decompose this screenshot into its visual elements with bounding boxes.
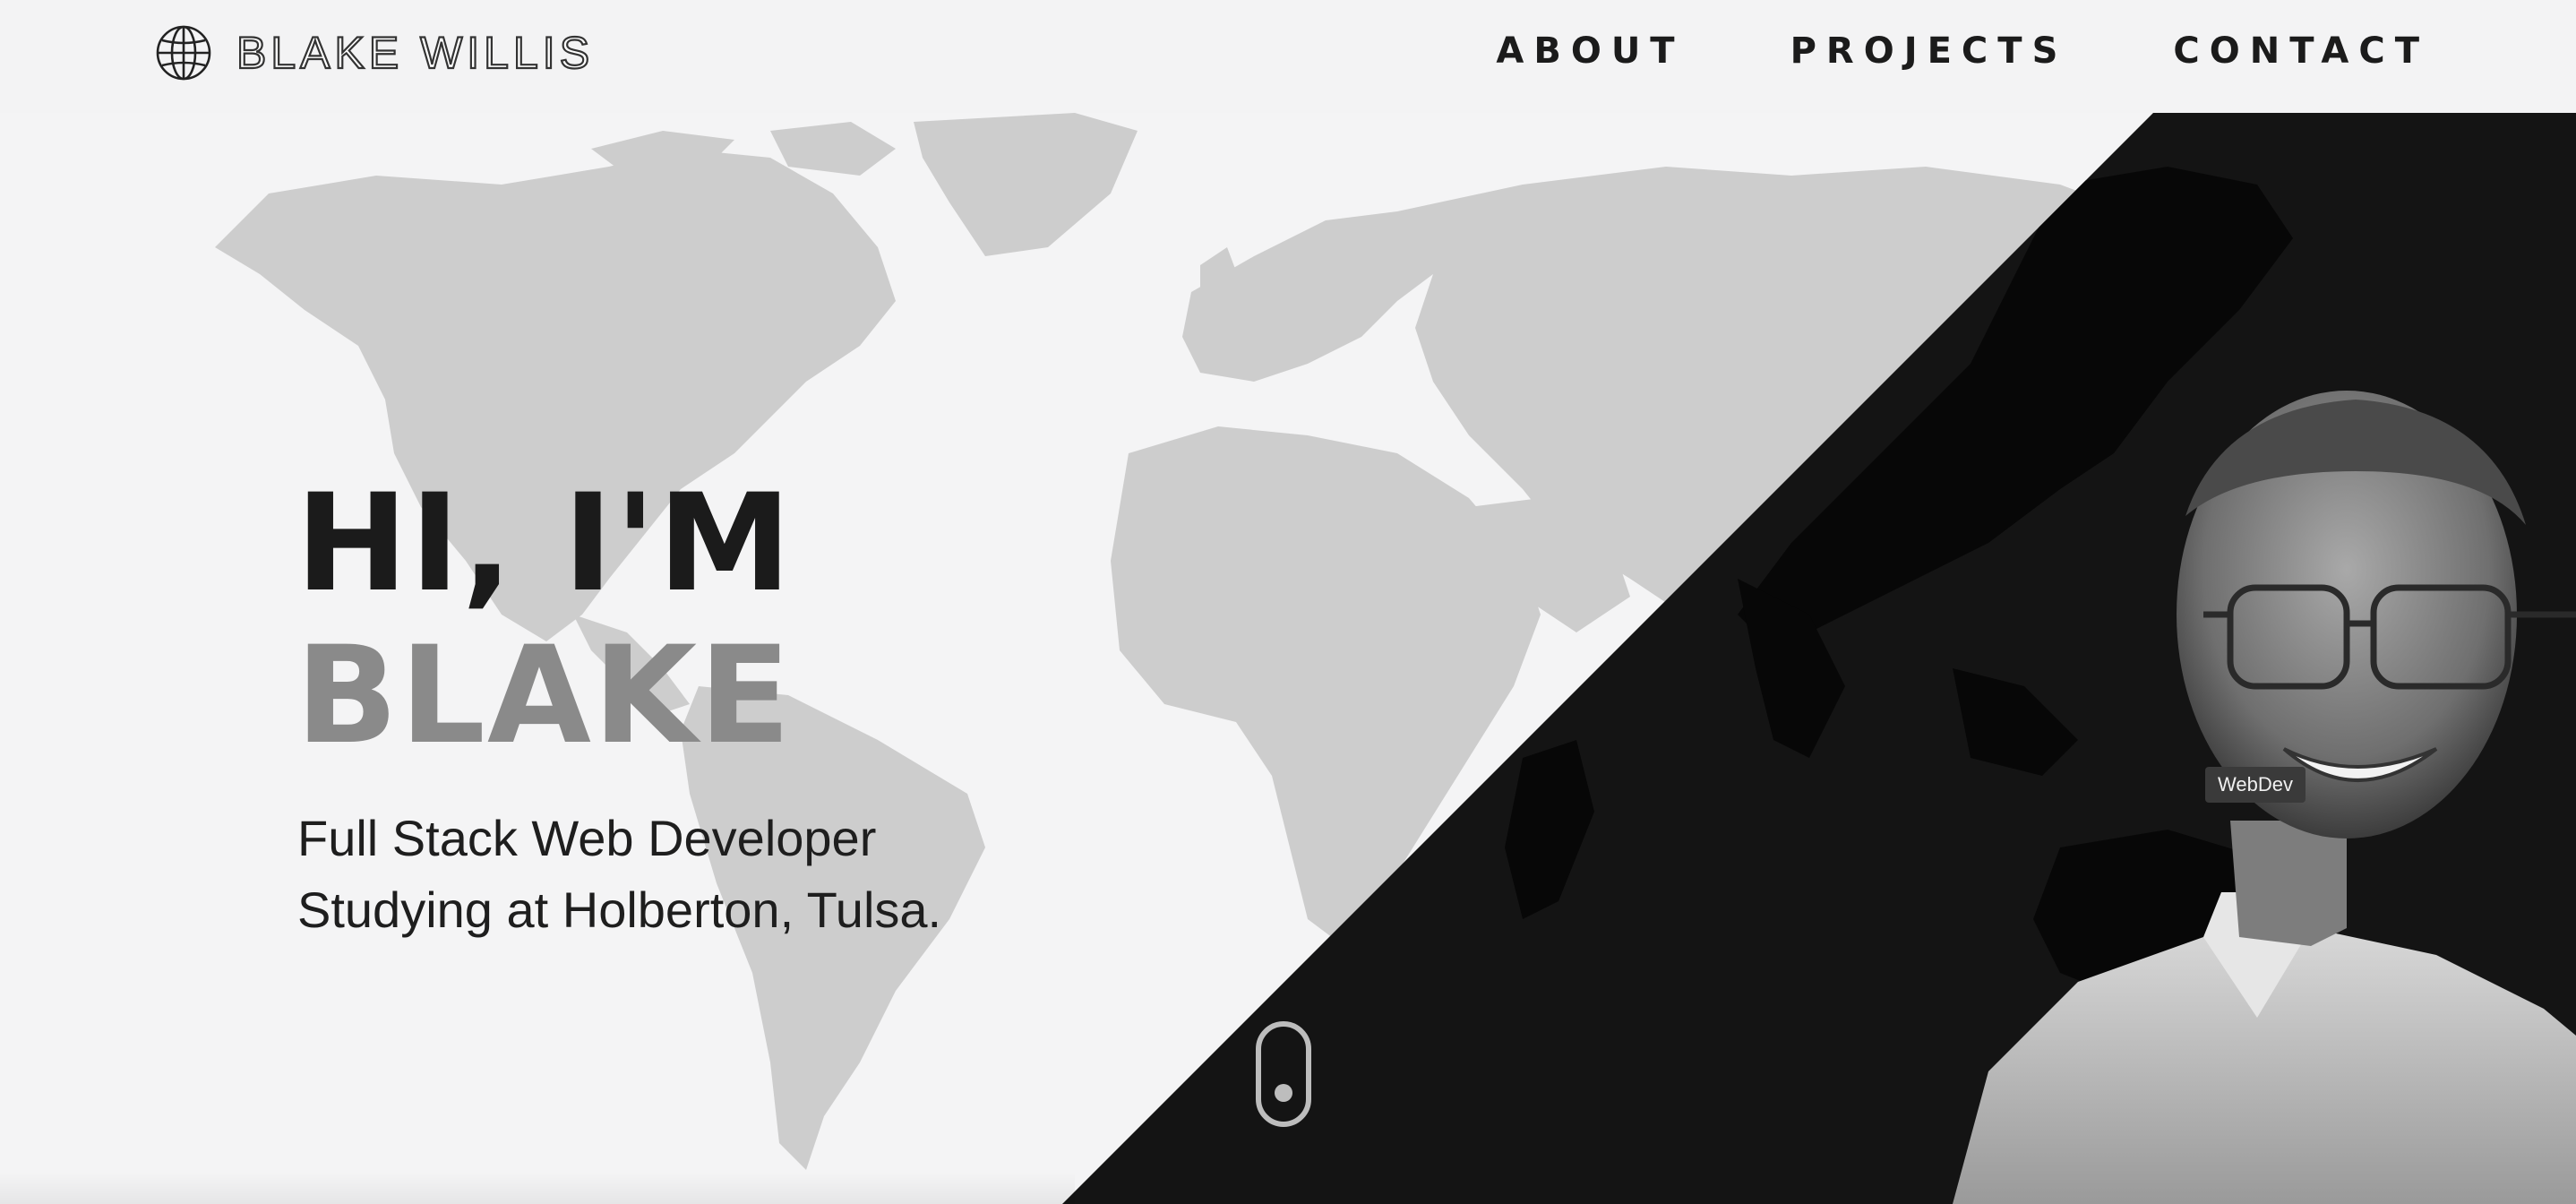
name-text: BLAKE	[296, 618, 793, 774]
subtitle-line-role: Full Stack Web Developer	[297, 810, 877, 866]
hero-headline: HI, I'M BLAKE	[296, 477, 794, 763]
nav-projects[interactable]: PROJECTS	[1790, 30, 2068, 72]
globe-icon	[156, 25, 211, 81]
nav-contact[interactable]: CONTACT	[2173, 30, 2429, 72]
logo[interactable]: BLAKE WILLIS	[154, 23, 594, 82]
greeting-text: HI, I'M	[296, 466, 794, 622]
site-header: BLAKE WILLIS ABOUT PROJECTS CONTACT	[0, 0, 2576, 113]
bottom-shadow	[0, 1172, 1075, 1204]
hero-section: HI, I'M BLAKE Full Stack Web Developer S…	[0, 113, 2576, 1204]
nav-about[interactable]: ABOUT	[1496, 30, 1684, 72]
logo-text: BLAKE WILLIS	[236, 27, 595, 79]
portrait-tag: WebDev	[2205, 767, 2306, 803]
scroll-dot	[1275, 1084, 1292, 1102]
mouse-scroll-icon[interactable]	[1256, 1021, 1311, 1127]
hero-subtitle: Full Stack Web Developer Studying at Hol…	[297, 803, 1103, 946]
subtitle-line-school: Studying at Holberton, Tulsa.	[297, 882, 942, 938]
main-nav: ABOUT PROJECTS CONTACT	[1496, 30, 2429, 72]
